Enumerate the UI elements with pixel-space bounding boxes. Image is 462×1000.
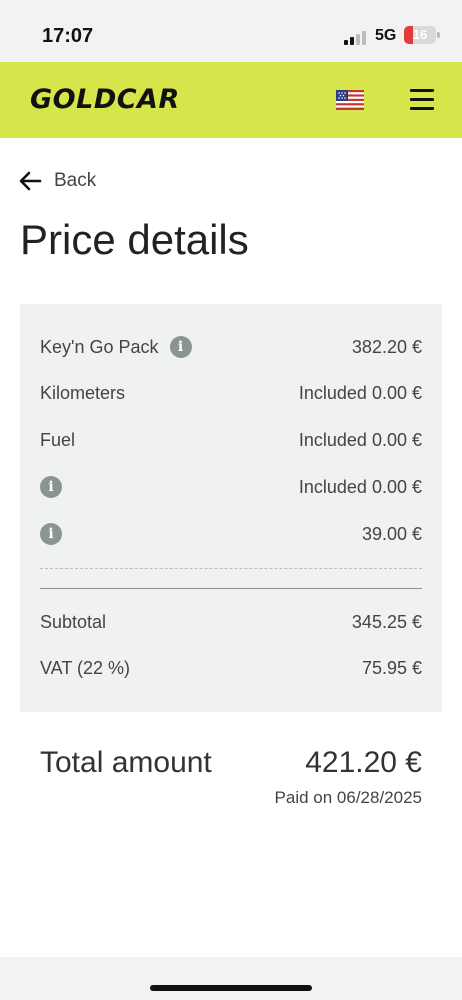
info-icon[interactable]: i [40,475,62,498]
status-time: 17:07 [42,25,94,47]
subtotal-row: Subtotal 345.25 € [40,610,422,636]
battery-icon: 16 [404,26,436,44]
price-line-label: Fuel [40,430,76,450]
bottom-bar [0,957,462,1000]
price-line-keyngo: Key'n Go Pack i 382.20 € [40,335,422,361]
solid-divider [40,588,422,589]
goldcar-logo[interactable]: GOLDCAR [30,84,180,115]
arrow-left-icon [19,171,42,191]
dashed-divider [40,568,422,569]
battery-tip [437,32,440,38]
price-line-unlabeled-2: i 39.00 € [40,522,422,548]
price-line-value: 39.00 € [361,524,422,544]
us-flag-icon[interactable] [336,90,364,110]
price-line-value: Included 0.00 € [298,477,422,497]
back-button[interactable]: Back [18,168,96,194]
app-header: GOLDCAR [0,62,462,138]
network-label: 5G [375,27,397,44]
price-line-label: Kilometers [40,383,126,403]
total-amount-label: Total amount [40,746,212,779]
paid-on-date: Paid on 06/28/2025 [274,788,422,807]
price-line-value: 382.20 € [351,337,422,357]
battery-level: 16 [412,27,428,42]
price-line-kilometers: Kilometers Included 0.00 € [40,381,422,407]
price-line-value: Included 0.00 € [298,430,422,450]
subtotal-value: 345.25 € [351,612,422,632]
page-title: Price details [20,216,249,263]
vat-label: VAT (22 %) [40,658,131,678]
info-icon[interactable]: i [169,335,192,358]
vat-value: 75.95 € [361,658,422,678]
home-indicator[interactable] [150,985,312,991]
price-line-value: Included 0.00 € [298,383,422,403]
price-line-unlabeled-1: i Included 0.00 € [40,475,422,501]
price-line-fuel: Fuel Included 0.00 € [40,428,422,454]
total-amount-value: 421.20 € [305,746,422,779]
vat-row: VAT (22 %) 75.95 € [40,656,422,682]
signal-icon [344,30,368,45]
status-bar: 17:07 5G 16 [0,0,462,62]
hamburger-menu-icon[interactable] [410,89,434,111]
price-line-label: Key'n Go Pack [40,337,159,357]
subtotal-label: Subtotal [40,612,107,632]
price-details-card: Key'n Go Pack i 382.20 € Kilometers Incl… [20,304,442,712]
back-label: Back [54,170,97,191]
info-icon[interactable]: i [40,522,62,545]
